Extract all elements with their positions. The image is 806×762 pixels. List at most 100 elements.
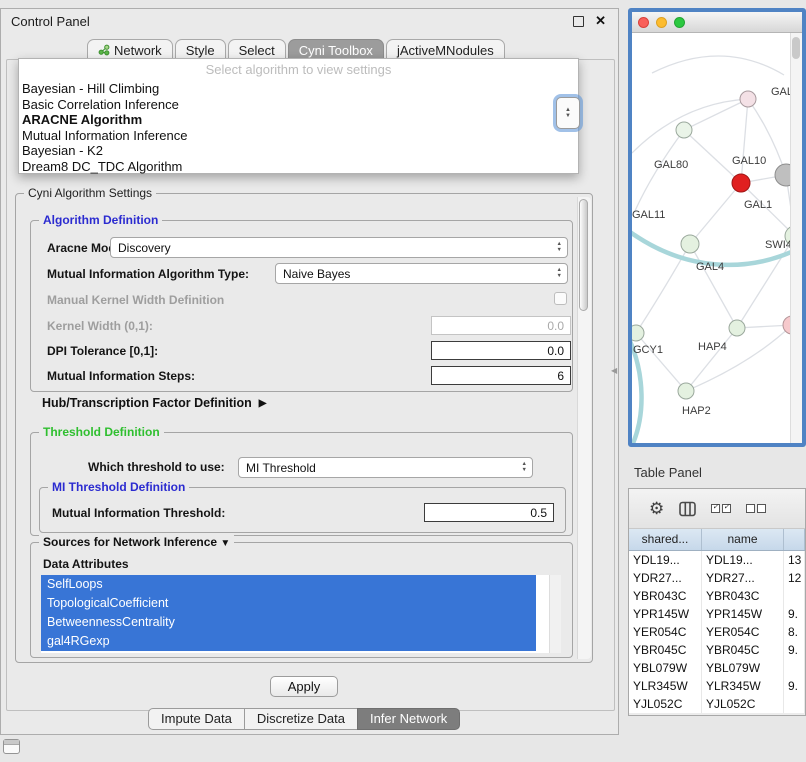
column-header-extra[interactable] — [784, 529, 805, 550]
mi-threshold-field[interactable]: 0.5 — [424, 503, 554, 522]
table-row[interactable]: YDR27...YDR27...12 — [629, 569, 805, 587]
table-row[interactable]: YER054CYER054C8. — [629, 623, 805, 641]
dropdown-placeholder: Select algorithm to view settings — [19, 61, 578, 81]
network-node[interactable] — [676, 122, 692, 138]
manual-kernel-width-checkbox[interactable] — [554, 292, 567, 305]
attribute-item[interactable]: gal4RGexp — [41, 632, 536, 651]
table-row[interactable]: YBR045CYBR045C9. — [629, 641, 805, 659]
data-attributes-list[interactable]: SelfLoopsTopologicalCoefficientBetweenne… — [41, 575, 561, 653]
node-label: GAL11 — [632, 209, 665, 221]
bottom-tab-discretize-data[interactable]: Discretize Data — [244, 708, 358, 730]
kernel-width-field: 0.0 — [431, 316, 571, 335]
data-attributes-label: Data Attributes — [43, 557, 129, 571]
kernel-width-label: Kernel Width (0,1): — [47, 319, 153, 333]
attributes-scrollbar[interactable] — [549, 575, 561, 653]
algorithm-option[interactable]: Dream8 DC_TDC Algorithm — [19, 159, 578, 175]
table-cell: 12 — [784, 569, 805, 587]
table-cell: YPR145W — [629, 605, 702, 623]
hub-definition-expander[interactable]: Hub/Transcription Factor Definition ▶ — [42, 396, 266, 410]
network-canvas[interactable]: GALGAL80GAL10GAL11GAL1SWI4GAL4GCY1HAP4HA… — [632, 33, 802, 443]
tab-label: Cyni Toolbox — [299, 43, 373, 58]
which-threshold-select[interactable]: MI Threshold ▲▼ — [238, 457, 533, 478]
tab-jactivemnodules[interactable]: jActiveMNodules — [386, 39, 505, 60]
algorithm-select-spinner[interactable]: ▲ ▼ — [556, 97, 580, 129]
close-panel-icon[interactable]: ✕ — [595, 13, 606, 29]
network-node[interactable] — [732, 174, 750, 192]
dpi-tolerance-field[interactable]: 0.0 — [431, 341, 571, 360]
docked-panel-icon[interactable] — [3, 739, 20, 754]
tab-label: Style — [186, 43, 215, 58]
table-cell: YBR043C — [629, 587, 702, 605]
column-header-shared[interactable]: shared... — [629, 529, 702, 550]
gear-icon[interactable]: ⚙ — [649, 500, 664, 517]
tab-style[interactable]: Style — [175, 39, 226, 60]
tab-network[interactable]: Network — [87, 39, 173, 60]
table-cell: 8. — [784, 623, 805, 641]
table-cell — [784, 695, 805, 713]
network-edge — [686, 328, 737, 391]
network-scrollbar[interactable] — [790, 33, 802, 443]
network-node[interactable] — [632, 325, 644, 341]
aracne-mode-value: Discovery — [118, 241, 171, 255]
sources-group-title[interactable]: Sources for Network Inference ▼ — [39, 535, 234, 549]
tab-cyni-toolbox[interactable]: Cyni Toolbox — [288, 39, 384, 60]
node-label: GAL80 — [654, 159, 688, 171]
settings-scrollbar[interactable] — [577, 197, 591, 659]
apply-button[interactable]: Apply — [270, 676, 338, 697]
network-node[interactable] — [740, 91, 756, 107]
control-panel-titlebar: Control Panel ✕ — [1, 9, 618, 33]
algorithm-option[interactable]: ARACNE Algorithm — [19, 112, 578, 128]
attribute-item[interactable]: BetweennessCentrality — [41, 613, 536, 632]
scrollbar-thumb[interactable] — [792, 37, 800, 59]
deselect-all-checkboxes-icon[interactable] — [746, 504, 766, 513]
table-cell — [784, 587, 805, 605]
mi-algorithm-type-select[interactable]: Naive Bayes ▲▼ — [275, 263, 568, 284]
table-cell: YBL079W — [629, 659, 702, 677]
aracne-mode-select[interactable]: Discovery ▲▼ — [110, 237, 568, 258]
network-node[interactable] — [678, 383, 694, 399]
tab-select[interactable]: Select — [228, 39, 286, 60]
network-edge — [636, 333, 686, 391]
table-row[interactable]: YBL079WYBL079W — [629, 659, 805, 677]
split-pane-handle[interactable]: ◀ — [611, 366, 617, 375]
collapse-down-icon: ▼ — [220, 538, 230, 549]
network-edge — [652, 56, 784, 75]
table-cell: YER054C — [702, 623, 784, 641]
column-header-name[interactable]: name — [702, 529, 784, 550]
table-row[interactable]: YBR043CYBR043C — [629, 587, 805, 605]
mi-steps-label: Mutual Information Steps: — [47, 369, 195, 383]
table-row[interactable]: YLR345WYLR345W9. — [629, 677, 805, 695]
column-layout-icon[interactable] — [679, 501, 696, 517]
algorithm-option[interactable]: Bayesian - K2 — [19, 143, 578, 159]
node-label: HAP2 — [682, 405, 711, 417]
bottom-tab-infer-network[interactable]: Infer Network — [357, 708, 460, 730]
table-row[interactable]: YJL052CYJL052C — [629, 695, 805, 713]
table-cell: 9. — [784, 605, 805, 623]
dropdown-item-list: Bayesian - Hill ClimbingBasic Correlatio… — [19, 81, 578, 174]
select-all-checkboxes-icon[interactable] — [711, 504, 731, 513]
sources-group: Sources for Network Inference ▼ Data Att… — [30, 542, 573, 658]
float-panel-icon[interactable] — [573, 16, 584, 27]
table-cell: YLR345W — [629, 677, 702, 695]
table-cell: YBR045C — [629, 641, 702, 659]
algorithm-option[interactable]: Bayesian - Hill Climbing — [19, 81, 578, 97]
table-row[interactable]: YDL19...YDL19...13 — [629, 551, 805, 569]
attribute-item[interactable]: TopologicalCoefficient — [41, 594, 536, 613]
network-graph[interactable]: GALGAL80GAL10GAL11GAL1SWI4GAL4GCY1HAP4HA… — [632, 33, 792, 447]
mi-steps-field[interactable]: 6 — [431, 366, 571, 385]
minimize-window-button[interactable] — [656, 17, 667, 28]
network-node[interactable] — [729, 320, 745, 336]
bottom-tab-impute-data[interactable]: Impute Data — [148, 708, 245, 730]
table-cell: 13 — [784, 551, 805, 569]
algorithm-option[interactable]: Basic Correlation Inference — [19, 97, 578, 113]
network-edge — [690, 244, 737, 328]
network-node[interactable] — [681, 235, 699, 253]
table-cell: YJL052C — [702, 695, 784, 713]
threshold-definition-group: Threshold Definition Which threshold to … — [30, 432, 573, 536]
attribute-item[interactable]: SelfLoops — [41, 575, 536, 594]
close-window-button[interactable] — [638, 17, 649, 28]
zoom-window-button[interactable] — [674, 17, 685, 28]
scrollbar-thumb[interactable] — [579, 199, 588, 311]
algorithm-option[interactable]: Mutual Information Inference — [19, 128, 578, 144]
table-row[interactable]: YPR145WYPR145W9. — [629, 605, 805, 623]
